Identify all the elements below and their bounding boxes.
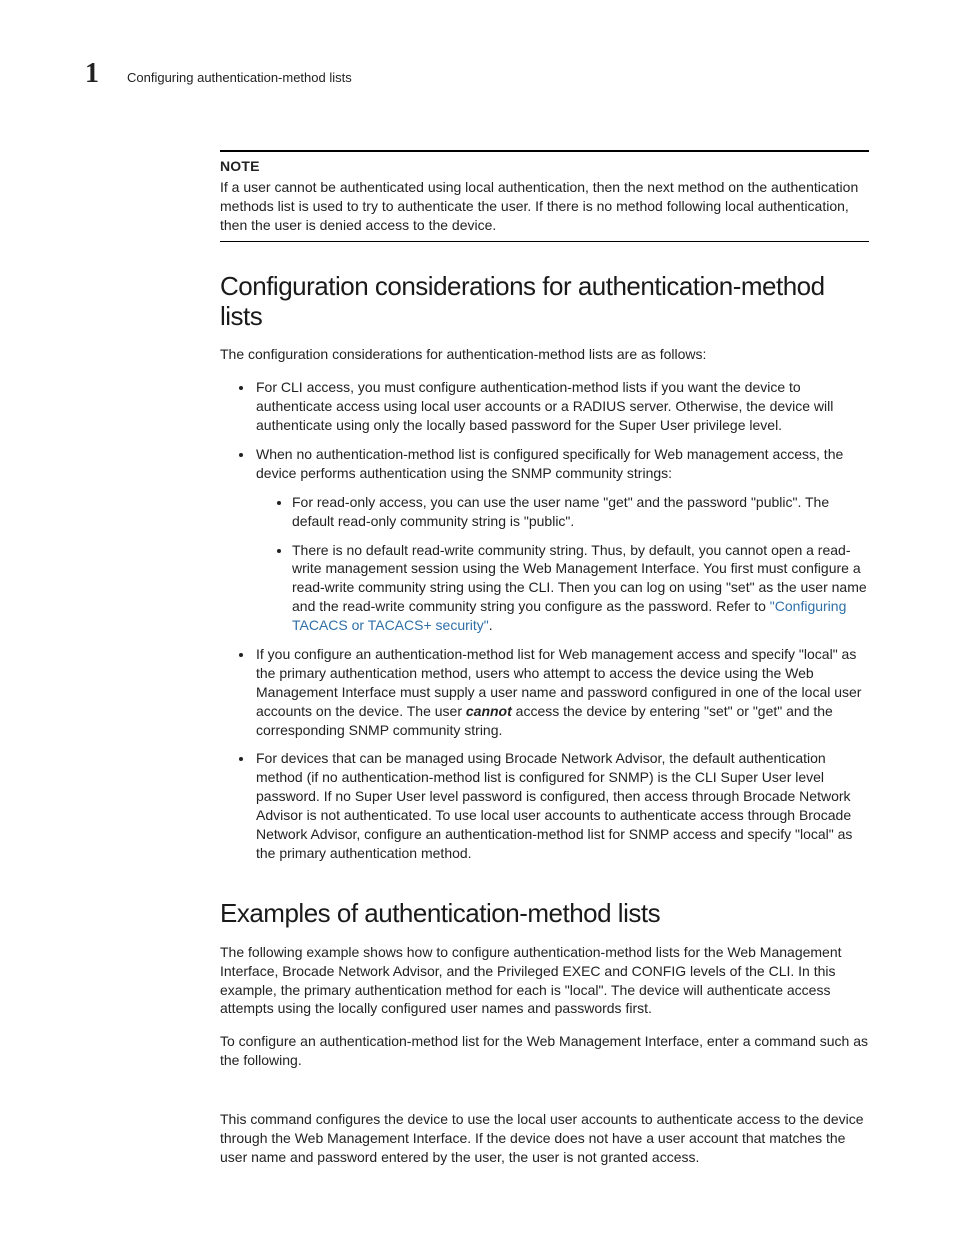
running-title: Configuring authentication-method lists xyxy=(127,70,352,85)
page-header: 1 Configuring authentication-method list… xyxy=(85,58,869,90)
sub-list: For read-only access, you can use the us… xyxy=(256,493,869,635)
note-block xyxy=(220,150,869,152)
paragraph: This command configures the device to us… xyxy=(220,1110,869,1167)
considerations-list: For CLI access, you must configure authe… xyxy=(220,378,869,862)
section-heading-config: Configuration considerations for authent… xyxy=(220,272,869,332)
intro-paragraph: The configuration considerations for aut… xyxy=(220,345,869,364)
list-item: For read-only access, you can use the us… xyxy=(292,493,869,531)
list-item: For CLI access, you must configure authe… xyxy=(254,378,869,435)
list-item-text: . xyxy=(489,617,493,633)
list-item: For devices that can be managed using Br… xyxy=(254,749,869,862)
document-page: 1 Configuring authentication-method list… xyxy=(0,0,954,1235)
section-heading-examples: Examples of authentication-method lists xyxy=(220,899,869,929)
page-content: NOTE If a user cannot be authenticated u… xyxy=(220,150,869,1167)
list-item-text: For CLI access, you must configure authe… xyxy=(256,379,833,433)
emphasis-cannot: cannot xyxy=(466,703,512,719)
list-item-text: For devices that can be managed using Br… xyxy=(256,750,852,860)
list-item: When no authentication-method list is co… xyxy=(254,445,869,635)
paragraph: To configure an authentication-method li… xyxy=(220,1032,869,1070)
list-item-text: For read-only access, you can use the us… xyxy=(292,494,829,529)
paragraph: The following example shows how to confi… xyxy=(220,943,869,1019)
chapter-number: 1 xyxy=(85,58,99,90)
list-item-text: When no authentication-method list is co… xyxy=(256,446,843,481)
list-item: There is no default read-write community… xyxy=(292,541,869,635)
list-item: If you configure an authentication-metho… xyxy=(254,645,869,739)
note-label: NOTE xyxy=(220,158,869,174)
note-body: If a user cannot be authenticated using … xyxy=(220,178,869,242)
